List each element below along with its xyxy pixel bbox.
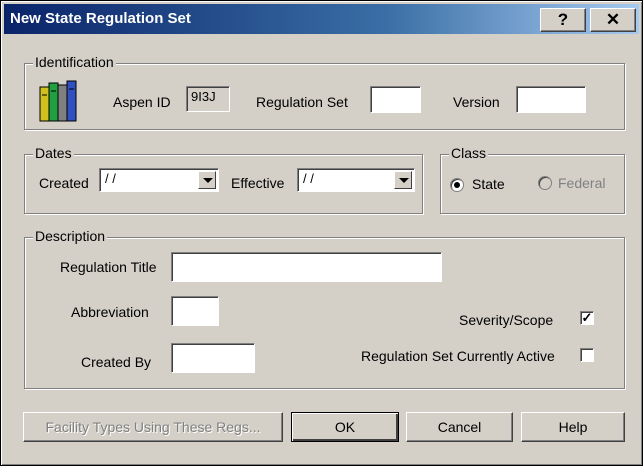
close-button[interactable]: ✕ bbox=[590, 8, 636, 32]
severity-scope-label: Severity/Scope bbox=[459, 312, 554, 328]
state-radio[interactable] bbox=[450, 178, 464, 192]
severity-scope-checkbox[interactable]: ✓ bbox=[580, 311, 594, 325]
active-label: Regulation Set Currently Active bbox=[361, 348, 555, 364]
created-by-input[interactable] bbox=[171, 343, 255, 373]
chevron-down-icon[interactable] bbox=[394, 171, 412, 189]
class-group-label: Class bbox=[449, 145, 489, 161]
identification-group-label: Identification bbox=[33, 54, 116, 70]
created-label: Created bbox=[39, 175, 89, 191]
version-input[interactable] bbox=[516, 86, 586, 113]
version-label: Version bbox=[453, 94, 500, 110]
regulation-title-label: Regulation Title bbox=[60, 259, 157, 275]
state-radio-label[interactable]: State bbox=[472, 176, 505, 192]
dialog-window: New State Regulation Set ? ✕ Identificat… bbox=[0, 0, 643, 466]
regulation-set-input[interactable] bbox=[370, 86, 421, 113]
active-checkbox[interactable] bbox=[580, 348, 594, 362]
aspen-id-label: Aspen ID bbox=[113, 94, 171, 110]
facility-types-button: Facility Types Using These Regs... bbox=[23, 412, 283, 442]
description-group-label: Description bbox=[33, 228, 108, 244]
regulation-set-label: Regulation Set bbox=[256, 94, 348, 110]
books-icon bbox=[39, 80, 77, 122]
title-bar[interactable]: New State Regulation Set ? ✕ bbox=[4, 4, 639, 34]
help-title-button[interactable]: ? bbox=[540, 8, 586, 32]
federal-radio bbox=[538, 176, 552, 190]
abbreviation-label: Abbreviation bbox=[71, 304, 149, 320]
help-button[interactable]: Help bbox=[521, 412, 625, 442]
dates-group-label: Dates bbox=[33, 145, 74, 161]
window-title: New State Regulation Set bbox=[10, 10, 191, 27]
effective-date-value: / / bbox=[303, 171, 314, 186]
created-date-value: / / bbox=[105, 171, 116, 186]
chevron-down-icon[interactable] bbox=[198, 171, 216, 189]
created-by-label: Created By bbox=[81, 354, 152, 370]
regulation-title-input[interactable] bbox=[171, 252, 442, 282]
ok-button[interactable]: OK bbox=[291, 412, 399, 442]
cancel-button[interactable]: Cancel bbox=[406, 412, 513, 442]
aspen-id-field: 9I3J bbox=[186, 86, 230, 112]
federal-radio-label: Federal bbox=[558, 175, 606, 191]
abbreviation-input[interactable] bbox=[171, 296, 219, 326]
effective-date-dropdown[interactable]: / / bbox=[297, 168, 415, 192]
created-date-dropdown[interactable]: / / bbox=[99, 168, 219, 192]
effective-label: Effective bbox=[231, 175, 285, 191]
